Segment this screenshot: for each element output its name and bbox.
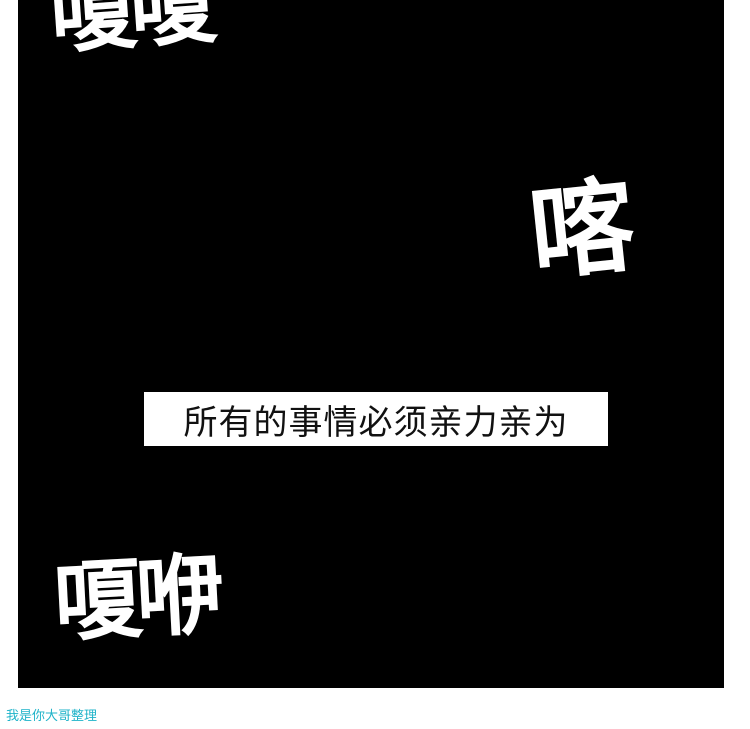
sound-effect-bottom: 嗄咿: [51, 542, 221, 655]
watermark-text: 我是你大哥整理: [6, 709, 98, 724]
sound-effect-middle: 喀: [523, 164, 635, 296]
caption-box: 所有的事情必须亲力亲为: [144, 392, 608, 446]
comic-panel: 嗄嗄 喀 所有的事情必须亲力亲为 嗄咿: [18, 0, 724, 688]
sound-effect-top: 嗄嗄: [46, 0, 214, 67]
